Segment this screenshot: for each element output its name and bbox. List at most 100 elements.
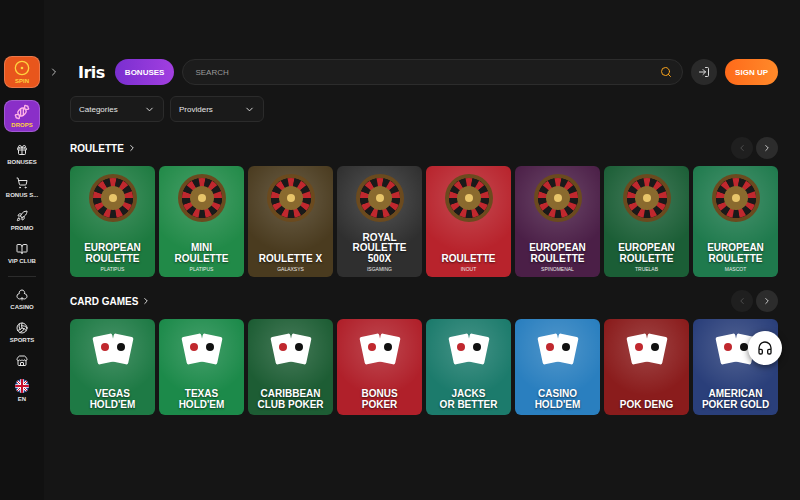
game-provider: GALAXSYS (277, 266, 304, 272)
playing-cards-icon (265, 325, 317, 377)
search-field[interactable] (182, 59, 683, 85)
candy-icon (14, 104, 30, 120)
game-title: 500X (368, 254, 391, 265)
bonuses-button[interactable]: BONUSES (115, 59, 175, 85)
game-card[interactable]: MINIROULETTEPLATIPUS (159, 166, 244, 277)
sidebar-item[interactable]: BONUS S... (6, 177, 38, 198)
sidebar-label: PROMO (11, 225, 34, 231)
sidebar-item[interactable]: CASINO (10, 289, 33, 310)
game-title: EUROPEAN (529, 243, 586, 254)
chevron-right-icon (141, 296, 151, 306)
sidebar-label: SPORTS (10, 337, 35, 343)
prev-button[interactable] (731, 137, 753, 159)
filter-dropdown[interactable]: Providers (170, 96, 264, 122)
store-item[interactable] (16, 355, 28, 367)
game-provider: PLATIPUS (190, 266, 214, 272)
filter-row: CategoriesProviders (70, 96, 778, 122)
game-title: CLUB POKER (257, 400, 323, 411)
game-title: ROULETTE (353, 243, 407, 254)
game-card[interactable]: VEGASHOLD'EM (70, 319, 155, 415)
playing-cards-icon (621, 325, 673, 377)
search-icon (660, 66, 672, 78)
uk-flag-icon (15, 379, 29, 393)
chevron-left-icon (737, 142, 747, 154)
game-card[interactable]: EUROPEANROULETTESPINOMENAL (515, 166, 600, 277)
sidebar-item-icon (16, 243, 28, 255)
sidebar-item-icon (16, 322, 28, 334)
sidebar-label: BONUSES (7, 159, 37, 165)
sidebar-item-icon (16, 144, 28, 156)
game-title: ROULETTE X (259, 254, 322, 265)
language-item[interactable]: EN (15, 379, 29, 402)
game-provider: SPINOMENAL (541, 266, 574, 272)
sidebar-label: BONUS S... (6, 192, 38, 198)
game-card[interactable]: TEXASHOLD'EM (159, 319, 244, 415)
game-title: ROULETTE (175, 254, 229, 265)
sidebar-item-icon (16, 177, 28, 189)
game-title: ROULETTE (709, 254, 763, 265)
sidebar-label: CASINO (10, 304, 33, 310)
game-title: HOLD'EM (90, 400, 136, 411)
game-title: POKER (362, 400, 398, 411)
featured-label: SPIN (15, 78, 29, 84)
carousel-nav (731, 290, 778, 312)
game-card[interactable]: JACKSOR BETTER (426, 319, 511, 415)
game-card[interactable]: ROULETTE XGALAXSYS (248, 166, 333, 277)
carousel-nav (731, 137, 778, 159)
chevron-right-icon (127, 143, 137, 153)
game-provider: INOUT (461, 266, 477, 272)
playing-cards-icon (87, 325, 139, 377)
game-card[interactable]: CASINOHOLD'EM (515, 319, 600, 415)
game-title: ROYAL (362, 233, 396, 244)
game-title: HOLD'EM (179, 400, 225, 411)
casino-page: SPIN DROPS BONUSES BONUS S... PROMO VIP CLUB C… (0, 0, 800, 500)
game-title: CARIBBEAN (261, 389, 321, 400)
game-card[interactable]: POK DENG (604, 319, 689, 415)
game-card[interactable]: EUROPEANROULETTEMASCOT (693, 166, 778, 277)
section-title[interactable]: CARD GAMES (70, 296, 151, 307)
game-title: AMERICAN (709, 389, 763, 400)
login-button[interactable] (691, 59, 717, 85)
filter-dropdown[interactable]: Categories (70, 96, 164, 122)
featured-item[interactable]: SPIN (4, 56, 40, 88)
game-title: ROULETTE (442, 254, 496, 265)
playing-cards-icon (176, 325, 228, 377)
game-title: VEGAS (95, 389, 130, 400)
sidebar-item[interactable]: PROMO (11, 210, 34, 231)
featured-item[interactable]: DROPS (4, 100, 40, 132)
spin-wheel-icon (14, 60, 30, 76)
game-provider: MASCOT (725, 266, 746, 272)
game-card[interactable]: EUROPEANROULETTETRUELAB (604, 166, 689, 277)
sidebar-divider (8, 276, 36, 277)
sidebar-item[interactable]: VIP CLUB (8, 243, 36, 264)
store-icon (16, 355, 28, 367)
sidebar-item[interactable]: BONUSES (7, 144, 37, 165)
game-card[interactable]: EUROPEANROULETTEPLATIPUS (70, 166, 155, 277)
game-title: OR BETTER (440, 400, 498, 411)
game-provider: PLATIPUS (101, 266, 125, 272)
headset-icon (757, 340, 773, 356)
game-card[interactable]: ROYALROULETTE500XISGAMING (337, 166, 422, 277)
next-button[interactable] (756, 290, 778, 312)
game-section: ROULETTEEUROPEANROULETTEPLATIPUSMINIROUL… (70, 136, 778, 277)
next-button[interactable] (756, 137, 778, 159)
sidebar-item-icon (16, 289, 28, 301)
signup-button[interactable]: SIGN UP (725, 59, 778, 85)
collapse-button[interactable] (48, 66, 60, 78)
game-title: CASINO (538, 389, 577, 400)
game-card[interactable]: BONUSPOKER (337, 319, 422, 415)
support-chat-button[interactable] (748, 331, 782, 365)
prev-button[interactable] (731, 290, 753, 312)
roulette-wheel-icon (621, 172, 673, 224)
sidebar-item[interactable]: SPORTS (10, 322, 35, 343)
game-card[interactable]: ROULETTEINOUT (426, 166, 511, 277)
logo[interactable]: Iris (78, 63, 105, 82)
chevron-right-icon (762, 142, 772, 154)
game-card[interactable]: CARIBBEANCLUB POKER (248, 319, 333, 415)
playing-cards-icon (443, 325, 495, 377)
section-title[interactable]: ROULETTE (70, 143, 137, 154)
game-title: ROULETTE (620, 254, 674, 265)
game-title: POKER GOLD (702, 400, 769, 411)
game-title: HOLD'EM (535, 400, 581, 411)
search-input[interactable] (193, 67, 654, 78)
